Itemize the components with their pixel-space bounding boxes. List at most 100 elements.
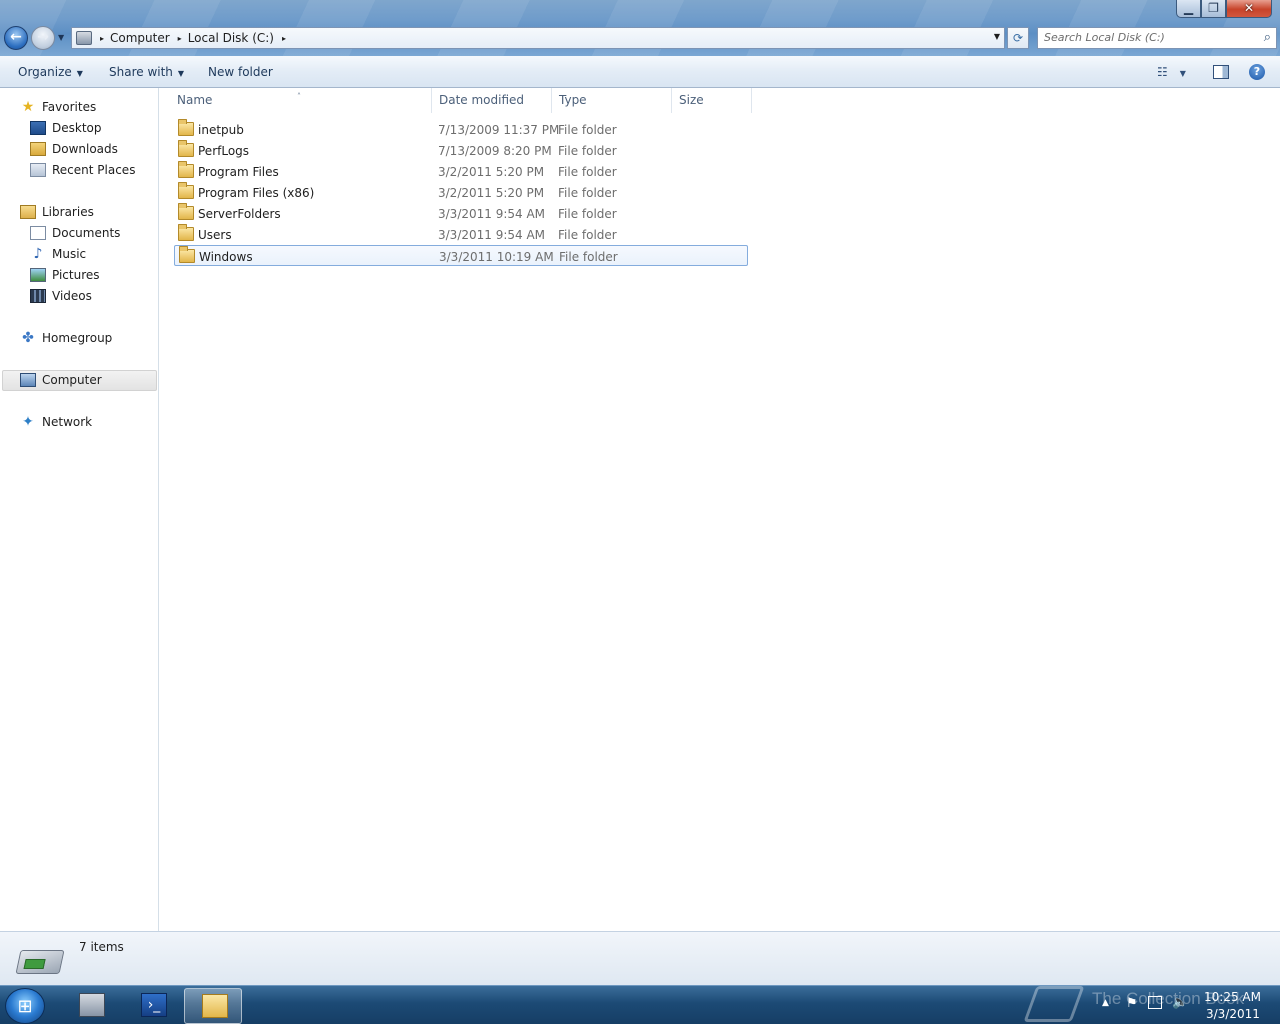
taskbar-server-manager[interactable] — [62, 988, 120, 1024]
nav-label: Network — [42, 415, 93, 429]
file-row[interactable]: Program Files (x86) 3/2/2011 5:20 PM File … — [174, 182, 748, 203]
nav-label: Recent Places — [52, 163, 136, 177]
file-row[interactable]: PerfLogs 7/13/2009 8:20 PM File folder — [174, 140, 748, 161]
local-disk-icon — [15, 950, 65, 974]
file-date: 3/3/2011 9:54 AM — [438, 228, 546, 242]
network-tray-icon[interactable] — [1148, 996, 1162, 1009]
start-button[interactable]: ⊞ — [5, 988, 45, 1024]
refresh-button[interactable]: ⟳ — [1007, 27, 1029, 49]
file-date: 3/3/2011 9:54 AM — [438, 207, 546, 221]
navigation-pane[interactable]: ★ Favorites Desktop Downloads Recent Plac… — [0, 88, 159, 931]
breadcrumb-local-disk[interactable]: Local Disk (C:) — [182, 31, 282, 45]
nav-label: Libraries — [42, 205, 94, 219]
nav-libraries[interactable]: Libraries — [20, 203, 94, 221]
file-name: Program Files (x86) — [198, 186, 315, 200]
share-with-button[interactable]: Share with ▼ — [109, 65, 184, 79]
nav-downloads[interactable]: Downloads — [30, 140, 118, 158]
recent-places-icon — [30, 163, 46, 177]
back-arrow-icon: ← — [10, 29, 22, 45]
taskbar-windows-explorer[interactable] — [184, 988, 242, 1024]
forward-arrow-icon: → — [37, 29, 49, 45]
nav-pictures[interactable]: Pictures — [30, 266, 100, 284]
nav-network[interactable]: ✦ Network — [20, 413, 92, 431]
file-name: PerfLogs — [198, 144, 250, 158]
file-date: 7/13/2009 11:37 PM — [438, 123, 560, 137]
folder-icon — [178, 119, 194, 136]
nav-documents[interactable]: Documents — [30, 224, 120, 242]
file-row[interactable]: inetpub 7/13/2009 11:37 PM File folder — [174, 119, 748, 140]
help-button[interactable]: ? — [1249, 64, 1265, 80]
file-type: File folder — [559, 250, 618, 264]
nav-recent-places[interactable]: Recent Places — [30, 161, 135, 179]
file-type: File folder — [558, 186, 617, 200]
column-header-type[interactable]: Type — [552, 88, 672, 113]
title-bar: ▁ ❐ ✕ ← → ▼ ▸ Computer ▸ Local Disk (C:)… — [0, 0, 1280, 56]
file-name: Windows — [199, 250, 253, 264]
nav-label: Desktop — [52, 121, 102, 135]
search-input[interactable] — [1044, 31, 1254, 44]
breadcrumb-separator-icon[interactable]: ▸ — [282, 34, 286, 43]
restore-icon: ❐ — [1208, 1, 1219, 15]
computer-icon — [20, 373, 36, 387]
pictures-icon — [30, 268, 46, 282]
restore-button[interactable]: ❐ — [1201, 0, 1226, 18]
downloads-folder-icon — [30, 142, 46, 156]
search-box[interactable]: ⌕ — [1037, 27, 1277, 49]
close-button[interactable]: ✕ — [1226, 0, 1272, 18]
item-count: 7 items — [79, 940, 124, 954]
address-history-dropdown-icon[interactable]: ▼ — [994, 32, 1000, 41]
address-bar[interactable]: ▸ Computer ▸ Local Disk (C:) ▸ ▼ — [71, 27, 1005, 49]
back-button[interactable]: ← — [4, 26, 28, 50]
nav-videos[interactable]: Videos — [30, 287, 92, 305]
column-header-size[interactable]: Size — [672, 88, 752, 113]
folder-icon — [178, 140, 194, 157]
recent-pages-dropdown[interactable]: ▼ — [58, 33, 64, 42]
computer-location-icon — [76, 31, 92, 45]
file-row[interactable]: Program Files 3/2/2011 5:20 PM File folder — [174, 161, 748, 182]
file-name: Users — [198, 228, 232, 242]
show-hidden-icons-icon[interactable]: ▲ — [1102, 998, 1109, 1008]
new-folder-button[interactable]: New folder — [208, 65, 273, 79]
column-headers: Name ˄ Date modified Type Size — [170, 88, 752, 113]
column-name-label: Name — [177, 93, 213, 107]
folder-icon — [179, 246, 195, 263]
minimize-button[interactable]: ▁ — [1176, 0, 1201, 18]
nav-label: Videos — [52, 289, 92, 303]
music-note-icon: ♪ — [33, 246, 43, 262]
clock-date[interactable]: 3/3/2011 — [1206, 1007, 1260, 1021]
volume-icon[interactable]: 🔈 — [1172, 995, 1188, 1010]
folder-icon — [178, 203, 194, 220]
nav-homegroup[interactable]: ✤ Homegroup — [20, 329, 112, 347]
file-row[interactable]: ServerFolders 3/3/2011 9:54 AM File folder — [174, 203, 748, 224]
nav-music[interactable]: ♪ Music — [30, 245, 87, 263]
server-manager-icon — [79, 993, 105, 1017]
action-center-flag-icon[interactable]: ⚑ — [1126, 996, 1138, 1011]
chevron-down-icon: ▼ — [76, 69, 83, 78]
explorer-folder-icon — [202, 994, 228, 1018]
file-date: 3/3/2011 10:19 AM — [439, 250, 554, 264]
details-view-icon: ☷ — [1157, 65, 1168, 79]
search-icon[interactable]: ⌕ — [1264, 30, 1271, 45]
preview-pane-button[interactable] — [1213, 65, 1229, 79]
taskbar-powershell[interactable]: ›_ — [124, 988, 182, 1024]
nav-computer[interactable]: Computer — [20, 371, 102, 389]
column-header-date-modified[interactable]: Date modified — [432, 88, 552, 113]
breadcrumb-computer[interactable]: Computer — [104, 31, 178, 45]
file-row-selected[interactable]: Windows 3/3/2011 10:19 AM File folder — [174, 245, 748, 266]
file-row[interactable]: Users 3/3/2011 9:54 AM File folder — [174, 224, 748, 245]
close-icon: ✕ — [1243, 1, 1255, 15]
nav-label: Homegroup — [42, 331, 113, 345]
libraries-icon — [20, 205, 36, 219]
nav-desktop[interactable]: Desktop — [30, 119, 102, 137]
nav-label: Music — [52, 247, 87, 261]
column-header-name[interactable]: Name ˄ — [170, 88, 432, 113]
forward-button[interactable]: → — [31, 26, 55, 50]
change-view-button[interactable]: ☷ ▼ — [1157, 65, 1186, 79]
file-name: inetpub — [198, 123, 244, 137]
chevron-down-icon: ▼ — [1179, 69, 1186, 78]
nav-favorites[interactable]: ★ Favorites — [20, 98, 97, 116]
organize-button[interactable]: Organize ▼ — [18, 65, 83, 79]
command-bar: Organize ▼ Share with ▼ New folder ☷ ▼ ? — [0, 56, 1280, 88]
clock-time[interactable]: 10:25 AM — [1204, 990, 1261, 1004]
sort-ascending-icon: ˄ — [297, 92, 301, 101]
